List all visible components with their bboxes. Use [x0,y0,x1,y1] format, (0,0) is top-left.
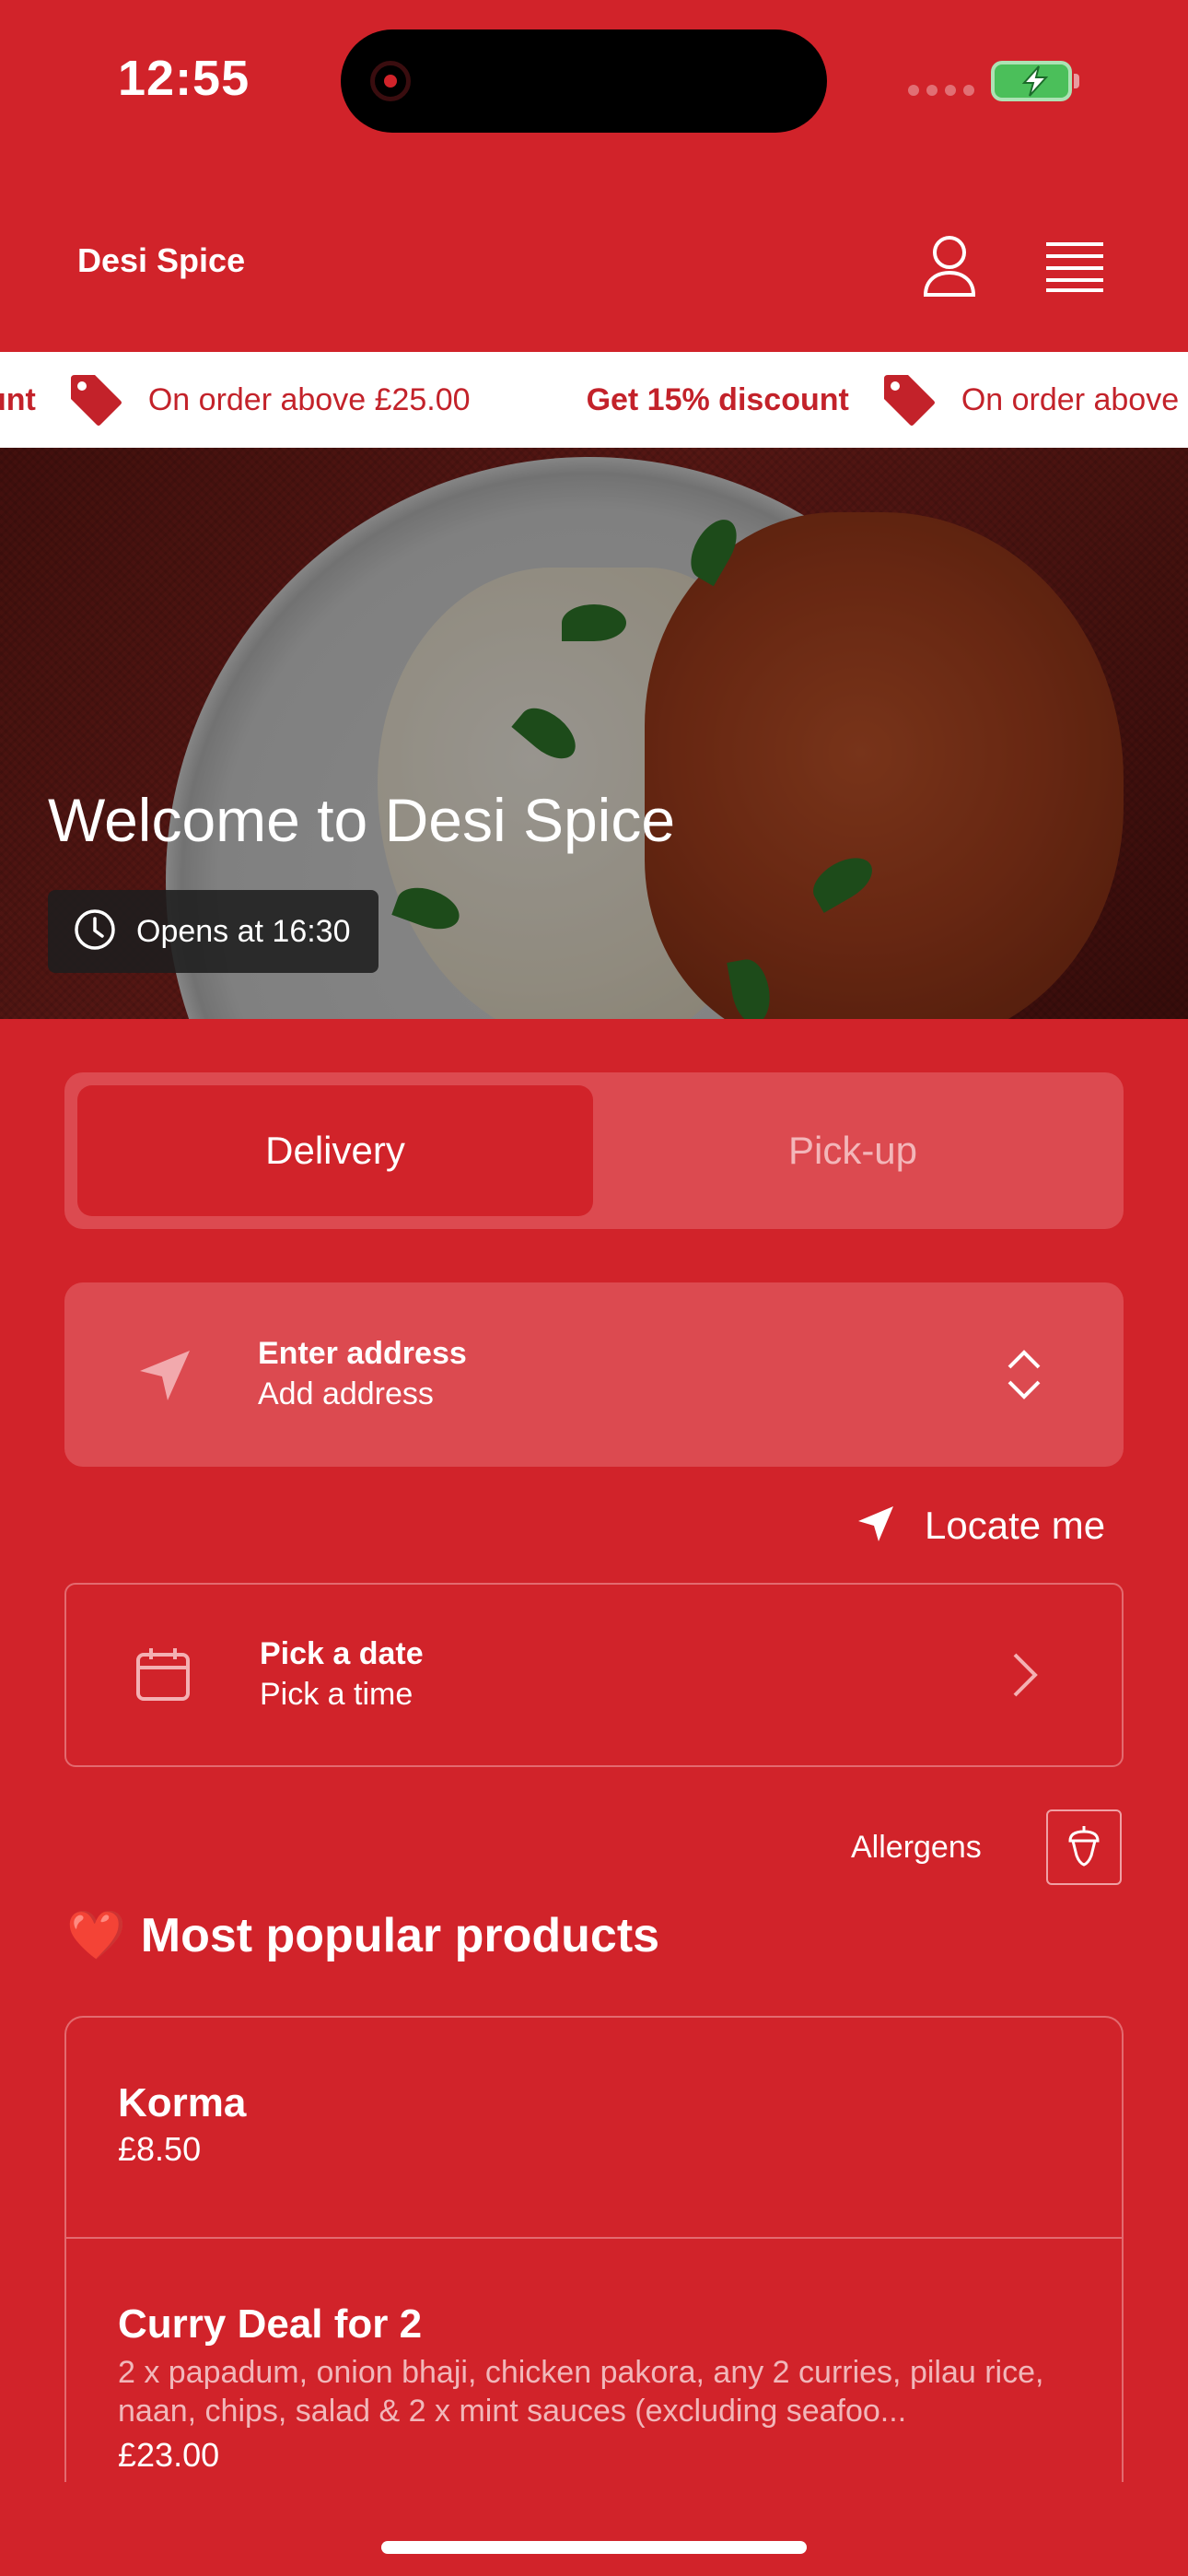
dynamic-island [341,29,827,133]
hero-title: Welcome to Desi Spice [48,786,676,854]
location-arrow-icon [855,1503,897,1550]
hamburger-menu-icon[interactable] [1033,225,1116,308]
tag-icon [67,371,124,428]
product-price: £23.00 [118,2436,220,2474]
brand-name[interactable]: Desi Spice [77,241,245,280]
tab-delivery[interactable]: Delivery [77,1085,593,1216]
battery-tip [1074,74,1079,88]
clock-icon [74,908,116,955]
acorn-icon [1066,1824,1101,1871]
promo-title-fragment: unt [0,381,36,417]
chevron-up-down-icon [1004,1345,1044,1409]
product-description: 2 x papadum, onion bhaji, chicken pakora… [118,2355,1044,2429]
app-header: Desi Spice [0,184,1188,350]
tab-pickup[interactable]: Pick-up [595,1085,1111,1216]
address-selector[interactable]: Enter address Add address [64,1282,1124,1467]
battery-charging-icon [991,61,1072,101]
product-name: Curry Deal for 2 [118,2301,423,2347]
status-bar: 12:55 [0,0,1188,157]
opening-hours-text: Opens at 16:30 [136,913,351,949]
locate-me-button[interactable]: Locate me [855,1496,1105,1555]
address-subtitle: Add address [258,1376,434,1411]
heart-icon: ❤️ [66,1909,126,1962]
promo-text: On order above £25.00 [961,381,1188,417]
promo-title: Get 15% discount [586,381,849,417]
product-item[interactable]: Korma £8.50 [66,2018,1122,2239]
pick-date-label: Pick a date [260,1636,424,1671]
calendar-icon [134,1645,192,1707]
promo-text: On order above £25.00 [147,381,471,417]
person-icon[interactable] [908,225,991,308]
allergens-label: Allergens [851,1830,982,1865]
allergens-button[interactable] [1046,1809,1122,1885]
opening-hours-badge: Opens at 16:30 [48,890,379,973]
schedule-picker[interactable]: Pick a date Pick a time [64,1583,1124,1767]
locate-me-label: Locate me [925,1504,1106,1547]
promo-track: unt On order above £25.00 Get 15% discou… [0,352,1188,448]
chevron-right-icon [1007,1649,1041,1705]
hero-banner: Welcome to Desi Spice Opens at 16:30 [0,448,1188,1019]
promo-ticker: unt On order above £25.00 Get 15% discou… [0,352,1188,448]
cellular-signal-icon [908,85,974,96]
address-title: Enter address [258,1336,467,1371]
product-price: £8.50 [118,2130,202,2168]
pick-time-label: Pick a time [260,1677,413,1712]
location-arrow-icon [134,1345,195,1411]
status-time: 12:55 [118,51,250,106]
popular-products-heading: ❤️ Most popular products [66,1907,659,1963]
home-indicator[interactable] [381,2541,807,2554]
tag-icon [880,371,938,428]
order-mode-toggle: Delivery Pick-up [64,1072,1124,1229]
bottom-area [0,2482,1188,2576]
recording-indicator-icon [370,61,411,101]
popular-products-title: Most popular products [140,1908,660,1962]
product-name: Korma [118,2080,247,2125]
